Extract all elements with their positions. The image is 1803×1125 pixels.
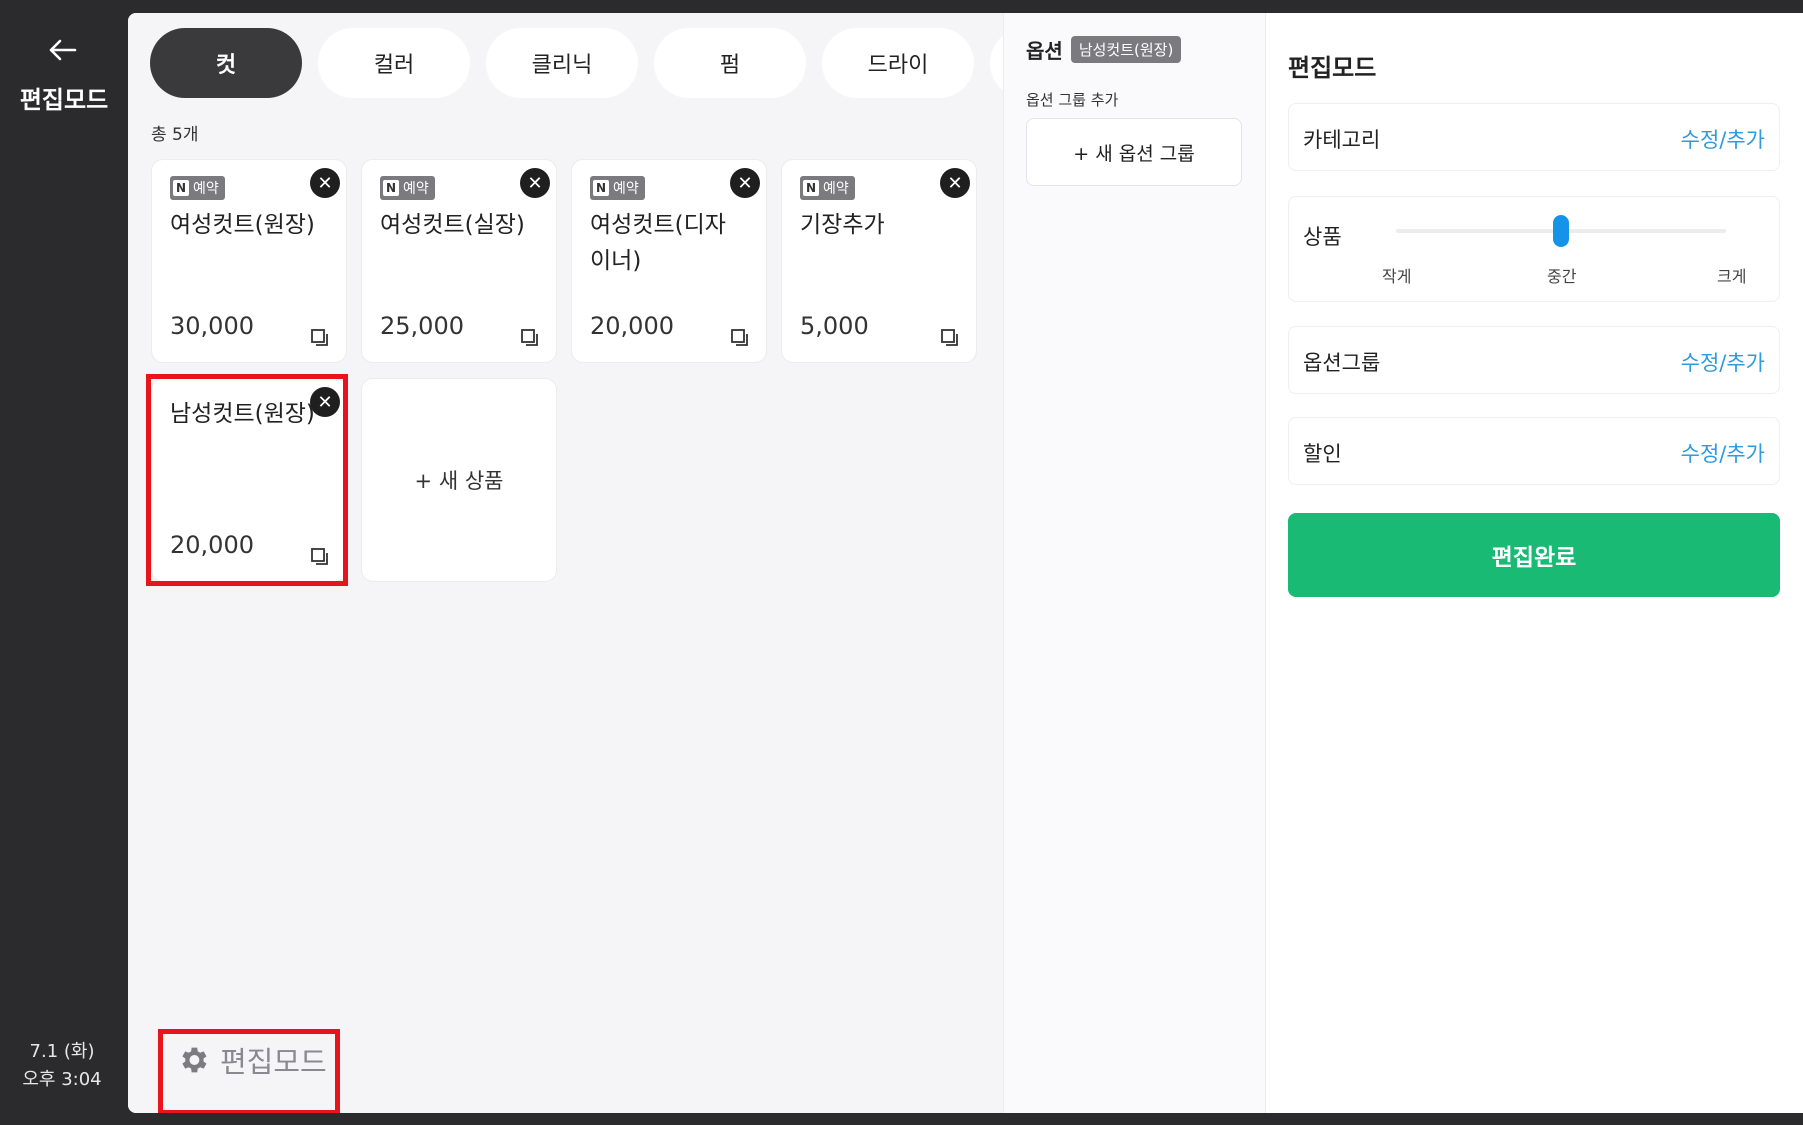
category-edit-link[interactable]: 수정/추가 xyxy=(1681,124,1765,154)
edit-done-button[interactable]: 편집완료 xyxy=(1288,513,1780,597)
naver-reservation-badge: N 예약 xyxy=(170,176,225,200)
discount-label: 할인 xyxy=(1303,442,1342,466)
selected-product-tag: 남성컷트(원장) xyxy=(1070,36,1182,63)
delete-product-button[interactable]: ✕ xyxy=(520,168,550,198)
category-row: 카테고리 수정/추가 xyxy=(1288,103,1780,171)
naver-n-icon: N xyxy=(803,180,819,196)
arrow-left-icon xyxy=(49,39,77,61)
settings-panel: 편집모드 카테고리 수정/추가 상품 작게 중간 크게 옵션그룹 수정/추가 할… xyxy=(1266,13,1803,1113)
option-group-label: 옵션그룹 xyxy=(1303,351,1381,375)
naver-reservation-badge: N 예약 xyxy=(590,176,645,200)
options-panel: 옵션 남성컷트(원장) 옵션 그룹 추가 + 새 옵션 그룹 xyxy=(1003,13,1266,1113)
tab-clinic[interactable]: 클리닉 xyxy=(486,28,638,98)
product-size-row: 상품 xyxy=(1288,196,1780,302)
naver-n-icon: N xyxy=(383,180,399,196)
product-card[interactable]: N 예약 여성컷트(디자이너) 20,000 ✕ xyxy=(571,159,767,363)
naver-n-icon: N xyxy=(593,180,609,196)
product-card[interactable]: N 예약 기장추가 5,000 ✕ xyxy=(781,159,977,363)
slider-thumb[interactable] xyxy=(1553,215,1569,247)
tab-cut[interactable]: 컷 xyxy=(150,28,302,98)
add-option-group-button[interactable]: + 새 옵션 그룹 xyxy=(1026,118,1242,186)
copy-icon[interactable] xyxy=(730,328,750,348)
product-area: 컷 컬러 클리닉 펌 드라이 총 5개 N 예약 여성컷트(원장) 30,000 … xyxy=(128,13,1003,1113)
badge-label: 예약 xyxy=(613,181,639,197)
time-label: 오후 3:04 xyxy=(22,1069,102,1090)
badge-label: 예약 xyxy=(193,181,219,197)
product-price: 20,000 xyxy=(590,312,674,340)
product-price: 30,000 xyxy=(170,312,254,340)
discount-row: 할인 수정/추가 xyxy=(1288,417,1780,485)
naver-n-icon: N xyxy=(173,180,189,196)
copy-icon[interactable] xyxy=(520,328,540,348)
tab-dry[interactable]: 드라이 xyxy=(822,28,974,98)
option-group-row: 옵션그룹 수정/추가 xyxy=(1288,326,1780,394)
delete-product-button[interactable]: ✕ xyxy=(730,168,760,198)
left-rail: 편집모드 7.1 (화) 오후 3:04 xyxy=(0,0,128,1125)
tab-perm[interactable]: 펌 xyxy=(654,28,806,98)
discount-edit-link[interactable]: 수정/추가 xyxy=(1681,438,1765,468)
category-label: 카테고리 xyxy=(1303,128,1381,152)
rail-title: 편집모드 xyxy=(19,86,109,114)
option-group-add-label: 옵션 그룹 추가 xyxy=(1026,91,1119,109)
tab-more[interactable] xyxy=(990,28,1003,98)
selection-highlight xyxy=(146,374,348,586)
slider-label-medium: 중간 xyxy=(1547,267,1577,286)
copy-icon[interactable] xyxy=(310,328,330,348)
options-title: 옵션 남성컷트(원장) xyxy=(1026,35,1182,64)
main-sheet: 컷 컬러 클리닉 펌 드라이 총 5개 N 예약 여성컷트(원장) 30,000 … xyxy=(128,13,1803,1113)
options-title-label: 옵션 xyxy=(1026,39,1063,63)
product-count: 총 5개 xyxy=(151,125,199,145)
option-group-edit-link[interactable]: 수정/추가 xyxy=(1681,347,1765,377)
add-product-button[interactable]: + 새 상품 xyxy=(361,378,557,582)
product-name: 여성컷트(원장) xyxy=(170,212,315,238)
product-card[interactable]: N 예약 여성컷트(실장) 25,000 ✕ xyxy=(361,159,557,363)
badge-label: 예약 xyxy=(403,181,429,197)
tab-color[interactable]: 컬러 xyxy=(318,28,470,98)
delete-product-button[interactable]: ✕ xyxy=(310,168,340,198)
product-name: 기장추가 xyxy=(800,212,885,238)
product-name: 여성컷트(실장) xyxy=(380,212,525,238)
copy-icon[interactable] xyxy=(940,328,960,348)
category-tabs: 컷 컬러 클리닉 펌 드라이 xyxy=(150,28,1003,98)
delete-product-button[interactable]: ✕ xyxy=(940,168,970,198)
product-card[interactable]: N 예약 여성컷트(원장) 30,000 ✕ xyxy=(151,159,347,363)
badge-label: 예약 xyxy=(823,181,849,197)
date-time: 7.1 (화) 오후 3:04 xyxy=(0,1038,124,1094)
back-button[interactable] xyxy=(42,30,82,70)
naver-reservation-badge: N 예약 xyxy=(800,176,855,200)
product-name: 여성컷트(디자이너) xyxy=(590,212,726,274)
slider-label-large: 크게 xyxy=(1717,267,1747,286)
naver-reservation-badge: N 예약 xyxy=(380,176,435,200)
edit-mode-highlight xyxy=(158,1029,340,1113)
slider-label-small: 작게 xyxy=(1382,267,1412,286)
settings-title: 편집모드 xyxy=(1288,54,1377,82)
date-label: 7.1 (화) xyxy=(29,1041,95,1062)
product-size-label: 상품 xyxy=(1303,225,1342,249)
product-price: 5,000 xyxy=(800,312,869,340)
product-size-slider[interactable] xyxy=(1396,215,1726,247)
product-price: 25,000 xyxy=(380,312,464,340)
